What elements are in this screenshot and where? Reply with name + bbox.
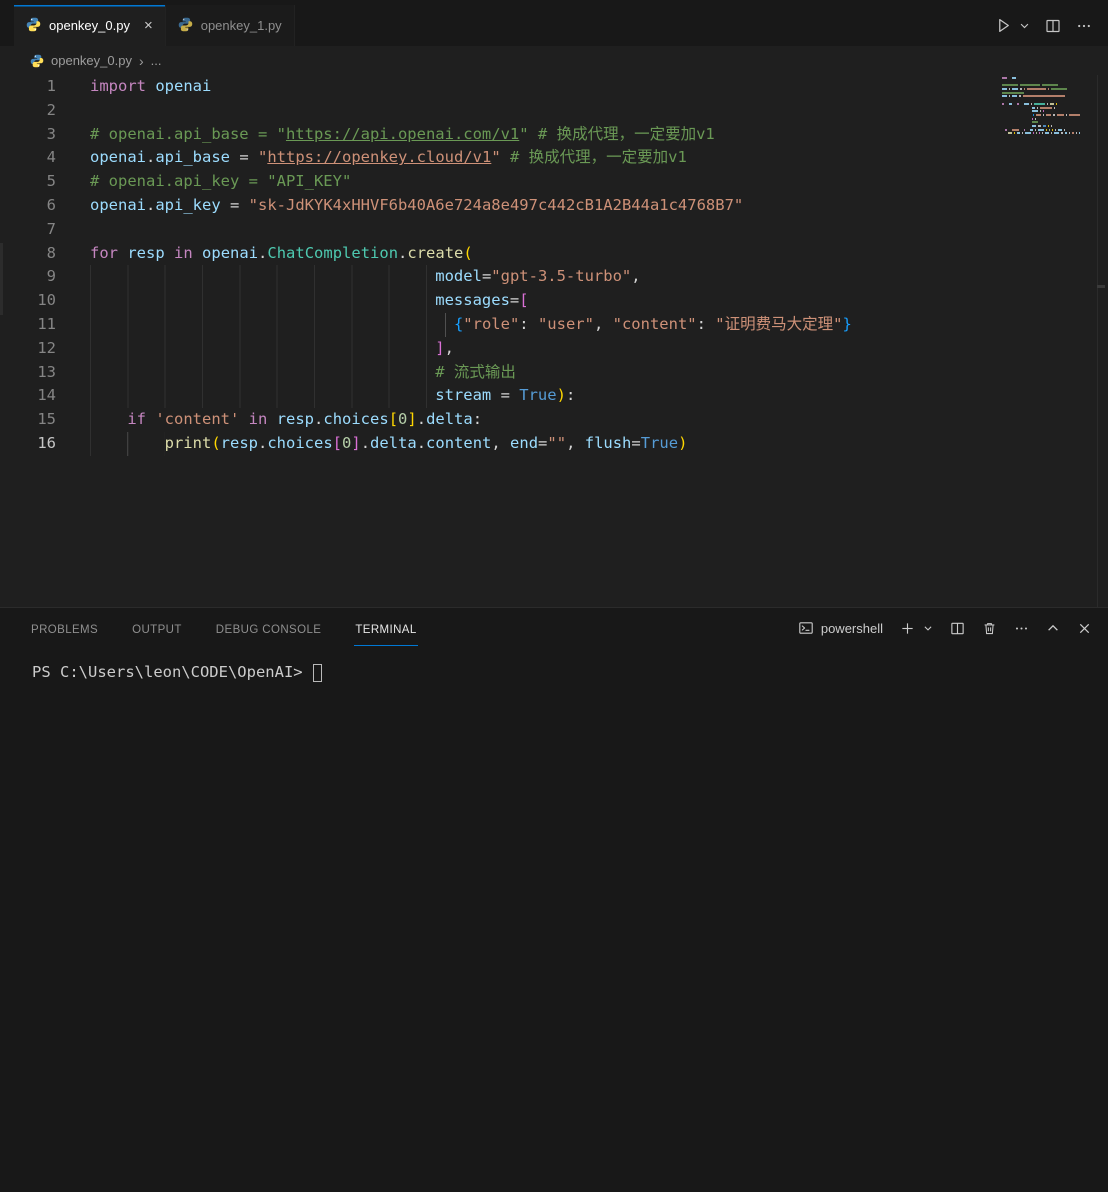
more-actions-icon[interactable] <box>1076 18 1092 34</box>
breadcrumb-file[interactable]: openkey_0.py <box>51 53 132 68</box>
line-number: 8 <box>0 242 56 266</box>
run-dropdown-chevron-icon[interactable] <box>1019 20 1030 31</box>
line-number: 2 <box>0 99 56 123</box>
code-line-1[interactable]: import openai <box>90 75 1108 99</box>
line-number: 14 <box>0 384 56 408</box>
code-line-13[interactable]: # 流式输出 <box>90 361 1108 385</box>
minimap-line <box>1002 110 1080 112</box>
close-panel-icon[interactable] <box>1077 621 1092 636</box>
tab-problems[interactable]: PROBLEMS <box>30 611 99 646</box>
line-number: 10 <box>0 289 56 313</box>
minimap-line <box>1002 77 1080 79</box>
terminal-toolbar: powershell <box>798 620 1092 636</box>
gutter: 12345678910111213141516 <box>0 75 56 607</box>
line-number: 16 <box>0 432 56 456</box>
code-line-11[interactable]: {"role": "user", "content": "证明费马大定理"} <box>90 313 1108 337</box>
panel-more-icon[interactable] <box>1014 621 1029 636</box>
line-number: 4 <box>0 146 56 170</box>
code-line-4[interactable]: openai.api_base = "https://openkey.cloud… <box>90 146 1108 170</box>
run-icon[interactable] <box>995 17 1012 34</box>
split-terminal-icon[interactable] <box>950 621 965 636</box>
code-line-14[interactable]: stream = True): <box>90 384 1108 408</box>
scrollbar-edge <box>1097 75 1098 607</box>
panel-header: PROBLEMS OUTPUT DEBUG CONSOLE TERMINAL p… <box>0 608 1108 648</box>
panel-tabs: PROBLEMS OUTPUT DEBUG CONSOLE TERMINAL <box>30 611 418 646</box>
line-number: 7 <box>0 218 56 242</box>
breadcrumb-more[interactable]: ... <box>151 53 162 68</box>
code-line-15[interactable]: if 'content' in resp.choices[0].delta: <box>90 408 1108 432</box>
tab-terminal[interactable]: TERMINAL <box>354 611 417 646</box>
minimap-line <box>1002 84 1080 86</box>
editor-actions <box>995 17 1108 46</box>
minimap-line <box>1002 132 1080 134</box>
maximize-panel-icon[interactable] <box>1046 621 1060 635</box>
close-tab-icon[interactable]: × <box>144 18 153 33</box>
code-line-8[interactable]: for resp in openai.ChatCompletion.create… <box>90 242 1108 266</box>
code-line-12[interactable]: ], <box>90 337 1108 361</box>
line-number: 13 <box>0 361 56 385</box>
minimap[interactable] <box>1002 77 1080 136</box>
line-number: 5 <box>0 170 56 194</box>
line-number: 9 <box>0 265 56 289</box>
terminal-icon <box>798 620 814 636</box>
tab-label: openkey_1.py <box>201 18 282 33</box>
terminal[interactable]: PS C:\Users\leon\CODE\OpenAI> <box>0 648 1108 683</box>
line-number: 15 <box>0 408 56 432</box>
terminal-cursor <box>313 664 322 682</box>
new-terminal-icon[interactable] <box>900 621 915 636</box>
code-area[interactable]: import openai # openai.api_base = "https:… <box>90 75 1108 607</box>
python-file-icon <box>178 17 193 35</box>
kill-terminal-icon[interactable] <box>982 621 997 636</box>
tab-debug-console[interactable]: DEBUG CONSOLE <box>215 611 323 646</box>
code-line-16[interactable]: print(resp.choices[0].delta.content, end… <box>90 432 1108 456</box>
minimap-line <box>1002 103 1080 105</box>
tab-openkey_1[interactable]: openkey_1.py <box>166 5 295 46</box>
minimap-line <box>1002 129 1080 131</box>
minimap-line <box>1002 88 1080 90</box>
code-line-2[interactable] <box>90 99 1108 123</box>
editor-tab-bar: openkey_0.py × openkey_1.py <box>0 0 1108 46</box>
minimap-line <box>1002 125 1080 127</box>
python-file-icon <box>30 54 44 68</box>
minimap-line <box>1002 107 1080 109</box>
tab-openkey_0[interactable]: openkey_0.py × <box>14 5 166 46</box>
minimap-line <box>1002 121 1080 123</box>
shell-selector[interactable]: powershell <box>798 620 883 636</box>
minimap-line <box>1002 118 1080 120</box>
tab-label: openkey_0.py <box>49 18 130 33</box>
tab-output[interactable]: OUTPUT <box>131 611 183 646</box>
launch-profile-chevron-icon[interactable] <box>923 623 933 633</box>
line-number: 1 <box>0 75 56 99</box>
breadcrumb: openkey_0.py › ... <box>0 46 1108 75</box>
python-file-icon <box>26 17 41 35</box>
line-number: 11 <box>0 313 56 337</box>
minimap-line <box>1002 92 1080 94</box>
code-line-6[interactable]: openai.api_key = "sk-JdKYK4xHHVF6b40A6e7… <box>90 194 1108 218</box>
minimap-line <box>1002 99 1080 101</box>
code-line-5[interactable]: # openai.api_key = "API_KEY" <box>90 170 1108 194</box>
minimap-line <box>1002 95 1080 97</box>
code-line-7[interactable] <box>90 218 1108 242</box>
minimap-line <box>1002 81 1080 83</box>
bottom-panel: PROBLEMS OUTPUT DEBUG CONSOLE TERMINAL p… <box>0 607 1108 1192</box>
editor-left-decoration <box>0 243 3 315</box>
shell-label: powershell <box>821 621 883 636</box>
editor[interactable]: 12345678910111213141516 import openai# o… <box>0 75 1108 607</box>
code-line-3[interactable]: # openai.api_base = "https://api.openai.… <box>90 123 1108 147</box>
overview-ruler-mark <box>1097 285 1105 288</box>
code-line-10[interactable]: messages=[ <box>90 289 1108 313</box>
line-number: 6 <box>0 194 56 218</box>
line-number: 12 <box>0 337 56 361</box>
split-editor-icon[interactable] <box>1045 18 1061 34</box>
code-line-9[interactable]: model="gpt-3.5-turbo", <box>90 265 1108 289</box>
line-number: 3 <box>0 123 56 147</box>
breadcrumb-separator: › <box>139 53 144 69</box>
terminal-prompt: PS C:\Users\leon\CODE\OpenAI> <box>32 662 303 683</box>
minimap-line <box>1002 114 1080 116</box>
